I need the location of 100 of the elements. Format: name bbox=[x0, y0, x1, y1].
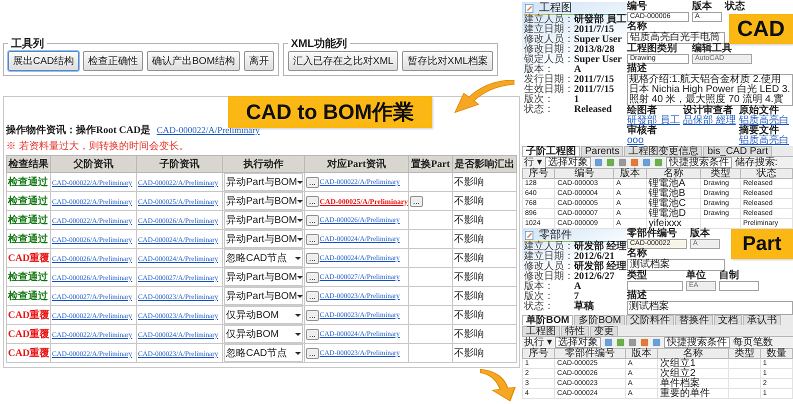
document-icon bbox=[524, 230, 535, 241]
field-label: 绘图者 bbox=[627, 106, 657, 116]
tab[interactable]: 变更 bbox=[590, 326, 618, 336]
document-icon bbox=[524, 3, 535, 14]
person-link[interactable]: 品保部 經理 bbox=[683, 115, 736, 126]
meta-value: 2011/7/15 bbox=[574, 75, 616, 85]
action-dropdown[interactable]: 异动Part与BOM bbox=[224, 230, 303, 248]
tab[interactable]: Parents bbox=[581, 146, 624, 156]
column-header[interactable]: 序号 bbox=[522, 348, 555, 358]
field-label: 版本 bbox=[692, 2, 712, 12]
description-field[interactable]: 测试档案 bbox=[627, 301, 793, 315]
action-dropdown[interactable]: 仅异动BOM bbox=[224, 325, 303, 343]
action-dropdown[interactable]: 忽略CAD节点 bbox=[224, 344, 303, 362]
tab[interactable]: bis_CAD Part bbox=[703, 146, 772, 156]
input-field[interactable]: 测试档案 bbox=[627, 259, 725, 271]
column-header[interactable]: 版本 bbox=[614, 168, 646, 178]
column-header[interactable]: 名称 bbox=[646, 168, 701, 178]
action-dropdown[interactable]: 异动Part与BOM bbox=[224, 211, 303, 229]
tab[interactable]: 文档 bbox=[714, 315, 742, 325]
column-header[interactable]: 数量 bbox=[760, 348, 792, 358]
info-label: 操作物件资讯：操作Root CAD是 bbox=[6, 124, 151, 137]
toolbar-button[interactable]: 确认产出BOM结构 bbox=[147, 51, 240, 71]
field-label: 描述 bbox=[627, 291, 647, 301]
column-header[interactable]: 类型 bbox=[700, 168, 741, 178]
action-dropdown[interactable]: 异动Part与BOM bbox=[224, 173, 303, 191]
meta-value: Super User bbox=[574, 35, 623, 45]
replace-button[interactable]: ... bbox=[410, 196, 423, 206]
meta-label: 版本： bbox=[524, 65, 554, 75]
action-dropdown[interactable]: 异动Part与BOM bbox=[224, 287, 303, 305]
input-field[interactable] bbox=[627, 281, 683, 291]
table-cell: 锂電池B bbox=[646, 188, 701, 198]
tab[interactable]: 承认书 bbox=[743, 315, 782, 325]
action-dropdown[interactable]: 异动Part与BOM bbox=[224, 268, 303, 286]
select-dropdown[interactable]: 选择对象 bbox=[544, 157, 591, 168]
run-menu[interactable]: 执行 ▾ bbox=[524, 338, 552, 348]
column-header[interactable]: 序号 bbox=[522, 168, 555, 178]
meta-value: 研發部 員工 bbox=[574, 15, 627, 25]
picker-button[interactable]: ... bbox=[306, 176, 319, 188]
toolbar-button[interactable]: 汇入已存在之比对XML bbox=[288, 51, 398, 71]
column-header[interactable]: 零部件编号 bbox=[554, 348, 626, 358]
meta-value: Super User bbox=[574, 55, 623, 65]
toolbar-button[interactable]: 离开 bbox=[244, 51, 274, 71]
tab[interactable]: 父阶料件 bbox=[626, 315, 674, 325]
tab[interactable]: 特性 bbox=[561, 326, 589, 336]
toolbar-button[interactable]: 检查正确性 bbox=[83, 51, 144, 71]
field-label: 类型 bbox=[627, 271, 647, 281]
column-header: 是否影响汇出 bbox=[452, 156, 516, 172]
toolbar-button[interactable]: 暂存比对XML档案 bbox=[402, 51, 494, 71]
group-title: XML功能列 bbox=[290, 36, 348, 51]
picker-button[interactable]: ... bbox=[306, 214, 319, 226]
person-link[interactable]: ooo bbox=[627, 135, 644, 146]
field-label: 零部件编号 bbox=[627, 229, 677, 239]
picker-button[interactable]: ... bbox=[306, 328, 319, 340]
column-header[interactable]: 状态 bbox=[740, 168, 792, 178]
meta-label: 锁定人员： bbox=[524, 55, 574, 65]
search-dropdown[interactable]: 快捷搜索条件 bbox=[664, 337, 730, 348]
picker-button[interactable]: ... bbox=[306, 234, 319, 244]
column-header[interactable]: 名称 bbox=[657, 348, 728, 358]
tab[interactable]: 替换件 bbox=[675, 315, 714, 325]
column-header[interactable]: 编号 bbox=[554, 168, 614, 178]
status-cell: CAD重覆 bbox=[6, 248, 50, 268]
tab[interactable]: 子阶工程图 bbox=[522, 146, 580, 156]
page-size-button[interactable]: 每页笔数 bbox=[732, 338, 773, 348]
meta-value: 2012/6/27 bbox=[574, 272, 616, 282]
person-link[interactable]: 研發部 員工 bbox=[627, 115, 680, 126]
column-header[interactable]: 类型 bbox=[728, 348, 760, 358]
tab[interactable]: 工程图 bbox=[522, 326, 560, 336]
root-link[interactable]: CAD-000022/A/Preliminary bbox=[156, 125, 260, 135]
search-dropdown[interactable]: 快捷搜索条件 bbox=[666, 157, 732, 168]
tab[interactable]: 单阶BOM bbox=[522, 315, 574, 325]
input-field[interactable] bbox=[719, 281, 759, 291]
status-cell: 检查通过 bbox=[6, 172, 50, 192]
meta-label: 修改日期： bbox=[524, 272, 574, 282]
toolbar-button[interactable]: 展出CAD结构 bbox=[8, 51, 80, 71]
field-label: 单位 bbox=[686, 271, 706, 281]
run-menu[interactable]: 行 ▾ bbox=[524, 158, 542, 168]
column-header: 父阶资讯 bbox=[50, 156, 136, 172]
tab[interactable]: 工程图变更信息 bbox=[624, 146, 702, 156]
select-dropdown[interactable]: 选择对象 bbox=[554, 337, 601, 348]
picker-button[interactable]: ... bbox=[306, 252, 319, 264]
status-cell: CAD重覆 bbox=[6, 306, 50, 324]
input-field[interactable]: 铝质高亮白光手电筒 bbox=[627, 32, 725, 44]
meta-label: 版次： bbox=[524, 95, 555, 105]
meta-value: 2013/8/28 bbox=[574, 45, 616, 55]
tab[interactable]: 多阶BOM bbox=[574, 315, 626, 325]
person-link[interactable]: 铝质高亮白 bbox=[739, 135, 789, 146]
action-dropdown[interactable]: 仅异动BOM bbox=[224, 306, 303, 324]
picker-button[interactable]: ... bbox=[306, 348, 319, 358]
status-cell: 检查通过 bbox=[6, 230, 50, 248]
table-cell: 不影响 bbox=[452, 306, 516, 324]
meta-value: Released bbox=[574, 105, 613, 115]
table-cell: 不影响 bbox=[452, 192, 516, 210]
action-dropdown[interactable]: 异动Part与BOM bbox=[224, 192, 303, 210]
picker-button[interactable]: ... bbox=[306, 272, 319, 282]
picker-button[interactable]: ... bbox=[306, 196, 319, 206]
picker-button[interactable]: ... bbox=[306, 290, 319, 302]
action-dropdown[interactable]: 忽略CAD节点 bbox=[224, 249, 303, 267]
column-header[interactable]: 版本 bbox=[625, 348, 658, 358]
picker-button[interactable]: ... bbox=[306, 310, 319, 320]
status-cell: 检查通过 bbox=[6, 286, 50, 306]
